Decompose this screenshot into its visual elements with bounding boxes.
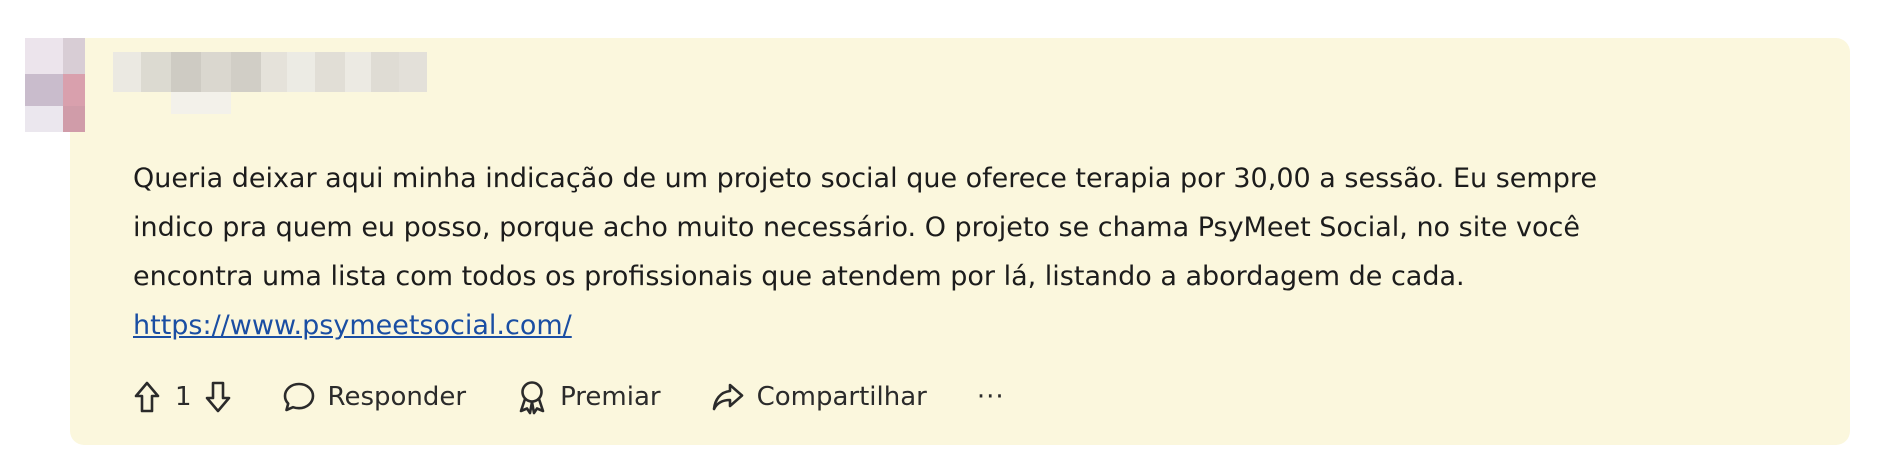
award-label: Premiar [560, 382, 661, 412]
share-button[interactable]: Compartilhar [711, 381, 927, 413]
comment-link[interactable]: https://www.psymeetsocial.com/ [133, 310, 572, 341]
reply-label: Responder [327, 382, 467, 412]
downvote-button[interactable] [204, 380, 232, 414]
comment-actions: 1 Responder Premiar Compartilhar ··· [133, 374, 1005, 420]
downvote-icon [205, 381, 230, 413]
share-label: Compartilhar [756, 382, 927, 412]
more-icon: ··· [976, 382, 1005, 412]
upvote-icon [134, 381, 160, 413]
comment-body: Queria deixar aqui minha indicação de um… [133, 154, 1793, 350]
reply-button[interactable]: Responder [282, 381, 467, 413]
upvote-button[interactable] [133, 380, 161, 414]
comment-line: encontra uma lista com todos os profissi… [133, 261, 1465, 292]
award-button[interactable]: Premiar [516, 379, 661, 415]
comment-bubble-icon [283, 382, 314, 412]
comment-line: indico pra quem eu posso, porque acho mu… [133, 212, 1580, 243]
comment-line: Queria deixar aqui minha indicação de um… [133, 163, 1597, 194]
vote-count: 1 [175, 382, 192, 412]
share-icon [712, 383, 743, 411]
more-options-button[interactable]: ··· [977, 382, 1005, 412]
award-icon [519, 381, 545, 415]
